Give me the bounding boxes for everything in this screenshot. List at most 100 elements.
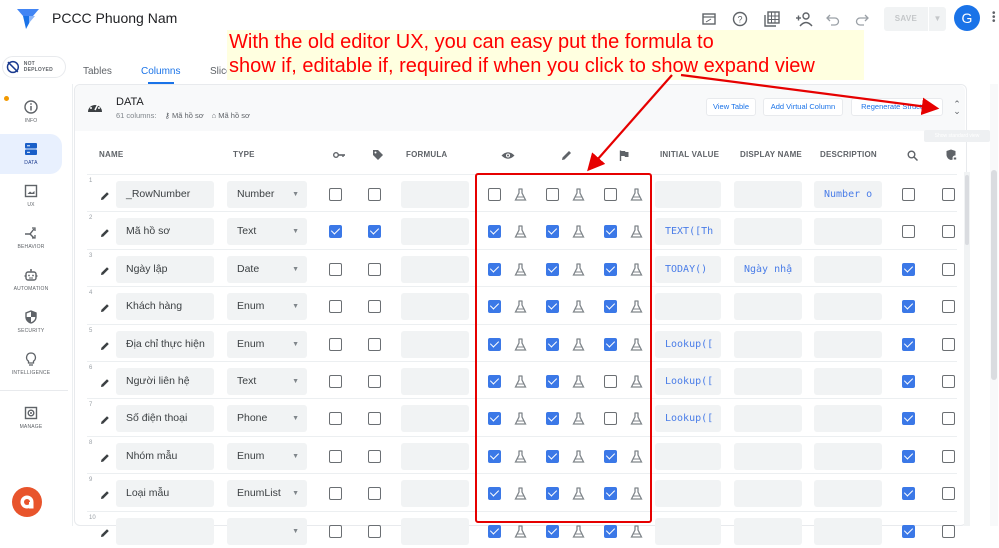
pii-checkbox[interactable] [942, 188, 955, 201]
undo-icon[interactable] [823, 9, 843, 29]
key-checkbox[interactable] [329, 412, 342, 426]
label-checkbox[interactable] [368, 225, 381, 239]
pii-checkbox[interactable] [942, 225, 955, 239]
column-name-field[interactable]: _RowNumber [116, 181, 214, 208]
column-type-select[interactable]: EnumList ▼ [227, 480, 307, 508]
column-type-select[interactable]: Phone ▼ [227, 405, 307, 433]
description-field[interactable] [814, 330, 882, 358]
column-type-select[interactable]: Number ▼ [227, 181, 307, 208]
label-checkbox[interactable] [368, 262, 381, 276]
display-name-field[interactable] [734, 480, 802, 508]
initial-value-field[interactable] [655, 181, 721, 208]
description-field[interactable] [814, 405, 882, 433]
regenerate-structure-button[interactable]: Regenerate Structure [851, 98, 943, 116]
pii-checkbox[interactable] [942, 524, 955, 538]
sidebar-item-automation[interactable]: AUTOMATION [0, 260, 62, 300]
sidebar-item-info[interactable]: INFO [0, 92, 62, 132]
display-name-field[interactable] [734, 218, 802, 246]
sidebar-item-intelligence[interactable]: INTELLIGENCE [0, 344, 62, 384]
display-name-field[interactable] [734, 442, 802, 470]
column-type-select[interactable]: Enum ▼ [227, 442, 307, 470]
searchable-checkbox[interactable] [902, 524, 915, 538]
formula-field[interactable] [401, 480, 469, 508]
initial-value-field[interactable]: TODAY() [655, 255, 721, 283]
avatar[interactable]: G [954, 5, 980, 31]
display-name-field[interactable] [734, 181, 802, 208]
initial-value-field[interactable] [655, 517, 721, 545]
edit-column-icon[interactable] [100, 487, 110, 500]
redo-icon[interactable] [852, 9, 872, 29]
display-name-field[interactable] [734, 330, 802, 358]
edit-column-icon[interactable] [100, 188, 110, 200]
column-type-select[interactable]: Enum ▼ [227, 330, 307, 358]
sidebar-item-behavior[interactable]: BEHAVIOR [0, 218, 62, 258]
label-checkbox[interactable] [368, 487, 381, 501]
label-checkbox[interactable] [368, 300, 381, 314]
edit-column-icon[interactable] [100, 525, 110, 537]
pii-checkbox[interactable] [942, 337, 955, 351]
key-checkbox[interactable] [329, 337, 342, 351]
label-checkbox[interactable] [368, 188, 381, 201]
searchable-checkbox[interactable] [902, 412, 915, 426]
view-table-button[interactable]: View Table [706, 98, 756, 116]
edit-column-icon[interactable] [100, 375, 110, 387]
description-field[interactable] [814, 368, 882, 395]
pii-checkbox[interactable] [942, 449, 955, 463]
key-checkbox[interactable] [329, 225, 342, 239]
key-checkbox[interactable] [329, 487, 342, 501]
show-checkbox[interactable] [488, 524, 501, 538]
key-checkbox[interactable] [329, 300, 342, 314]
page-scrollbar-thumb[interactable] [991, 170, 997, 380]
edit-column-icon[interactable] [100, 412, 110, 425]
formula-field[interactable] [401, 181, 469, 208]
searchable-checkbox[interactable] [902, 188, 915, 201]
preview-icon[interactable] [699, 9, 719, 29]
initial-value-field[interactable]: Lookup([ [655, 405, 721, 433]
sidebar-item-manage[interactable]: MANAGE [0, 398, 62, 438]
initial-value-field[interactable]: TEXT([Th [655, 218, 721, 246]
more-options-icon[interactable]: • • • [992, 9, 996, 27]
formula-field[interactable] [401, 368, 469, 395]
sidebar-item-data[interactable]: DATA [0, 134, 62, 174]
key-checkbox[interactable] [329, 188, 342, 201]
show-if-formula-flask-icon[interactable] [514, 524, 527, 538]
column-type-select[interactable]: Date ▼ [227, 255, 307, 283]
tab-columns[interactable]: Columns [141, 66, 180, 77]
key-checkbox[interactable] [329, 524, 342, 538]
searchable-checkbox[interactable] [902, 225, 915, 239]
key-checkbox[interactable] [329, 375, 342, 388]
editable-if-formula-flask-icon[interactable] [572, 524, 585, 538]
pii-checkbox[interactable] [942, 375, 955, 388]
searchable-checkbox[interactable] [902, 262, 915, 276]
label-checkbox[interactable] [368, 449, 381, 463]
sidebar-item-security[interactable]: SECURITY [0, 302, 62, 342]
display-name-field[interactable] [734, 517, 802, 545]
description-field[interactable] [814, 293, 882, 321]
add-virtual-column-button[interactable]: Add Virtual Column [763, 98, 843, 116]
edit-column-icon[interactable] [100, 338, 110, 350]
column-name-field[interactable]: Số điện thoại [116, 405, 214, 433]
label-checkbox[interactable] [368, 412, 381, 426]
initial-value-field[interactable] [655, 442, 721, 470]
column-name-field[interactable]: Địa chỉ thực hiện [116, 330, 214, 358]
key-checkbox[interactable] [329, 262, 342, 276]
display-name-field[interactable] [734, 293, 802, 321]
searchable-checkbox[interactable] [902, 337, 915, 351]
chat-assistant-button[interactable] [12, 487, 42, 517]
description-field[interactable] [814, 480, 882, 508]
pii-checkbox[interactable] [942, 262, 955, 276]
column-type-select[interactable]: Text ▼ [227, 218, 307, 246]
sidebar-item-ux[interactable]: UX [0, 176, 62, 216]
searchable-checkbox[interactable] [902, 375, 915, 388]
description-field[interactable] [814, 255, 882, 283]
display-name-field[interactable] [734, 368, 802, 395]
table-scrollbar-thumb[interactable] [965, 175, 969, 245]
column-name-field[interactable]: Mã hồ sơ [116, 218, 214, 246]
required-checkbox[interactable] [604, 524, 617, 538]
description-field[interactable] [814, 442, 882, 470]
deploy-status-badge[interactable]: NOT DEPLOYED [2, 56, 66, 78]
initial-value-field[interactable]: Lookup([ [655, 368, 721, 395]
column-type-select[interactable]: ▼ [227, 517, 307, 545]
label-checkbox[interactable] [368, 524, 381, 538]
key-checkbox[interactable] [329, 449, 342, 463]
